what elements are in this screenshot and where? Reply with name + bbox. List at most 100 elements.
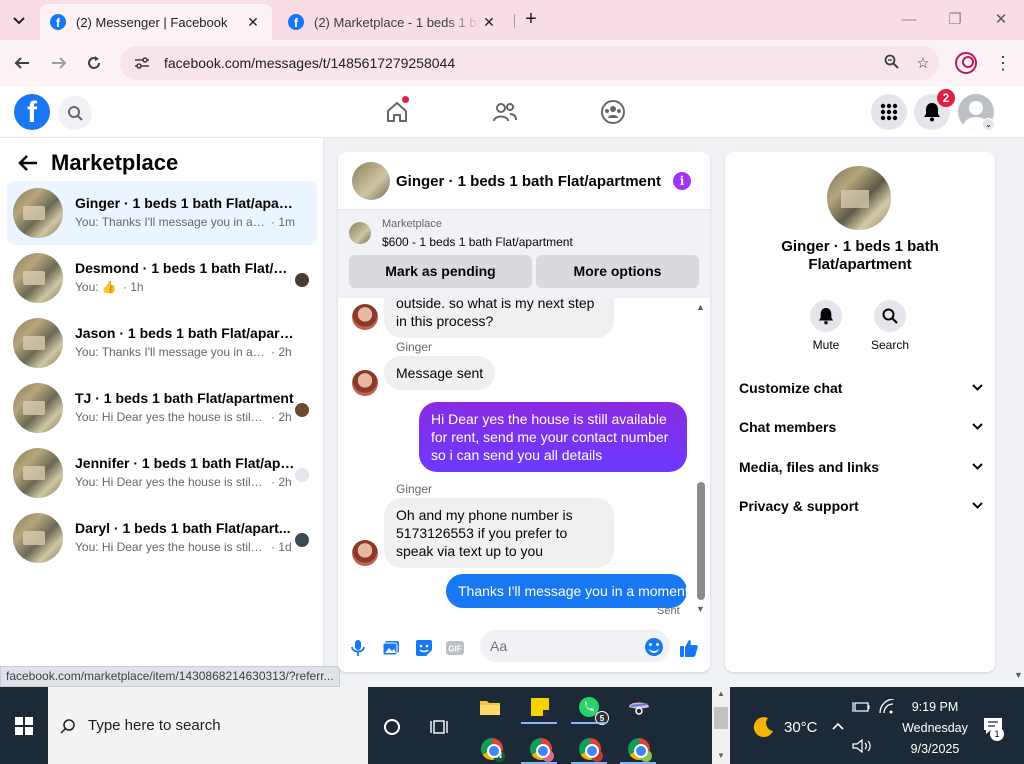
file-explorer-icon[interactable]	[476, 693, 504, 721]
menu-grid-icon	[880, 103, 898, 121]
microphone-icon[interactable]	[348, 638, 368, 658]
more-options-button[interactable]: More options	[536, 255, 699, 288]
listing-thumbnail[interactable]	[349, 222, 371, 244]
svg-text:GIF: GIF	[448, 645, 461, 654]
taskbar-scrollbar[interactable]: ▲ ▼	[712, 687, 730, 764]
clock-day: Wednesday	[902, 721, 968, 735]
chat-avatar[interactable]	[352, 162, 390, 200]
status-bar-url: facebook.com/marketplace/item/1430868214…	[0, 666, 340, 687]
customize-chat-section[interactable]: Customize chat	[739, 373, 983, 403]
mute-label: Mute	[812, 338, 840, 352]
show-hidden-icons-chevron-up-icon[interactable]	[832, 719, 844, 733]
forward-button[interactable]	[46, 50, 72, 76]
search-label: Search	[870, 338, 910, 352]
gif-icon[interactable]: GIF	[445, 638, 465, 658]
task-view-icon[interactable]	[426, 713, 454, 741]
preview-time: · 2h	[271, 410, 292, 424]
chat-scrollbar[interactable]: ▲ ▼	[696, 302, 706, 614]
zoom-icon[interactable]	[875, 54, 907, 73]
facebook-search-button[interactable]	[58, 96, 92, 130]
address-bar[interactable]: facebook.com/messages/t/1485617279258044…	[120, 46, 939, 80]
mute-action[interactable]: Mute	[796, 300, 856, 352]
section-label: Media, files and links	[739, 459, 880, 475]
page-scrollbar[interactable]: ▼	[1014, 138, 1024, 687]
minimize-button[interactable]: —	[894, 8, 924, 32]
chrome-profile-icon[interactable]	[625, 735, 653, 763]
scroll-thumb[interactable]	[697, 482, 705, 600]
conversation-item[interactable]: TJ · 1 beds 1 bath Flat/apartment You: H…	[7, 376, 317, 440]
scroll-thumb[interactable]	[714, 707, 728, 729]
close-tab-icon[interactable]: ✕	[244, 14, 262, 31]
friends-nav-button[interactable]	[491, 98, 519, 126]
chevron-down-icon	[972, 461, 983, 473]
tab-messenger[interactable]: f (2) Messenger | Facebook ✕	[40, 4, 272, 40]
info-icon[interactable]: i	[673, 172, 691, 190]
restore-button[interactable]: ❐	[940, 8, 970, 32]
conversation-preview: You: Thanks I'll message you in a mo... …	[75, 345, 299, 359]
battery-icon[interactable]	[852, 701, 870, 716]
close-window-button[interactable]: ✕	[986, 8, 1016, 32]
windows-logo-icon	[15, 716, 33, 735]
back-button[interactable]	[9, 50, 35, 76]
bookmark-star-icon[interactable]: ☆	[907, 54, 939, 72]
conversation-item[interactable]: Jason · 1 beds 1 bath Flat/apartment You…	[7, 311, 317, 375]
facebook-logo-icon[interactable]: f	[14, 94, 50, 130]
conversation-preview: You: Hi Dear yes the house is still a...…	[75, 475, 299, 489]
scroll-up-arrow-icon[interactable]: ▲	[717, 689, 725, 698]
conversation-item[interactable]: Daryl · 1 beds 1 bath Flat/apart... You:…	[7, 506, 317, 570]
chrome-profile-icon[interactable]	[576, 735, 604, 763]
action-center-icon[interactable]	[983, 30, 1003, 48]
photo-icon[interactable]	[381, 638, 401, 658]
menu-button[interactable]	[871, 94, 907, 130]
message-bubble-incoming: outside. so what is my next step in this…	[384, 298, 614, 338]
groups-nav-button[interactable]	[599, 98, 627, 126]
cortana-icon[interactable]	[378, 713, 406, 741]
emoji-icon[interactable]	[645, 638, 663, 656]
listing-thumbnail	[13, 383, 63, 433]
close-tab-icon[interactable]: ✕	[480, 14, 498, 31]
scroll-up-arrow-icon[interactable]: ▲	[696, 302, 705, 312]
tab-search-button[interactable]	[6, 8, 32, 34]
back-arrow-icon[interactable]	[18, 152, 38, 178]
media-files-links-section[interactable]: Media, files and links	[739, 452, 983, 482]
wifi-icon[interactable]	[878, 698, 896, 718]
message-bubble-incoming: Message sent	[384, 356, 496, 390]
tab-title: (2) Messenger | Facebook	[76, 14, 228, 30]
chat-members-section[interactable]: Chat members	[739, 412, 983, 442]
system-clock[interactable]: 9:19 PM Wednesday 9/3/2025	[898, 697, 972, 760]
listing-thumbnail	[13, 448, 63, 498]
taskbar-search[interactable]: Type here to search	[48, 687, 368, 764]
conversation-item[interactable]: Desmond · 1 beds 1 bath Flat/ap... You: …	[7, 246, 317, 310]
action-center-badge: 1	[990, 727, 1004, 741]
conversation-item[interactable]: Jennifer · 1 beds 1 bath Flat/apar... Yo…	[7, 441, 317, 505]
privacy-support-section[interactable]: Privacy & support	[739, 491, 983, 521]
chat-title[interactable]: Ginger · 1 beds 1 bath Flat/apartment	[396, 173, 661, 190]
scroll-down-arrow-icon[interactable]: ▼	[1014, 670, 1023, 680]
new-tab-button[interactable]: +	[520, 8, 542, 32]
start-button[interactable]	[0, 687, 48, 764]
listing-title[interactable]: $600 - 1 beds 1 bath Flat/apartment	[382, 235, 573, 249]
reload-button[interactable]	[81, 50, 107, 76]
read-receipt-avatar	[295, 273, 309, 287]
sticker-icon[interactable]	[414, 638, 434, 658]
sticky-notes-icon[interactable]	[526, 693, 554, 721]
snipping-tool-icon[interactable]	[625, 693, 653, 721]
chrome-profile-icon[interactable]	[527, 735, 555, 763]
scroll-down-arrow-icon[interactable]: ▼	[696, 604, 705, 614]
chrome-profile-icon[interactable]: N	[478, 735, 506, 763]
search-action[interactable]: Search	[860, 300, 920, 352]
account-chevron-icon[interactable]: ⌄	[982, 118, 995, 131]
listing-avatar[interactable]	[827, 166, 891, 230]
scroll-down-arrow-icon[interactable]: ▼	[717, 751, 725, 760]
weather-widget[interactable]: 30°C	[752, 715, 818, 739]
tab-marketplace[interactable]: f (2) Marketplace - 1 beds 1 bath Flat/a…	[278, 4, 508, 40]
site-settings-icon[interactable]	[134, 55, 150, 71]
volume-icon[interactable]	[852, 738, 872, 756]
conversation-item[interactable]: Ginger · 1 beds 1 bath Flat/apartm... Yo…	[7, 181, 317, 245]
browser-profile-icon[interactable]	[955, 52, 977, 74]
message-input[interactable]	[480, 630, 670, 662]
thumbs-up-icon[interactable]	[679, 638, 699, 658]
whatsapp-icon[interactable]: 5	[575, 693, 609, 725]
mark-as-pending-button[interactable]: Mark as pending	[349, 255, 532, 288]
browser-menu-icon[interactable]: ⋮	[994, 50, 1012, 76]
